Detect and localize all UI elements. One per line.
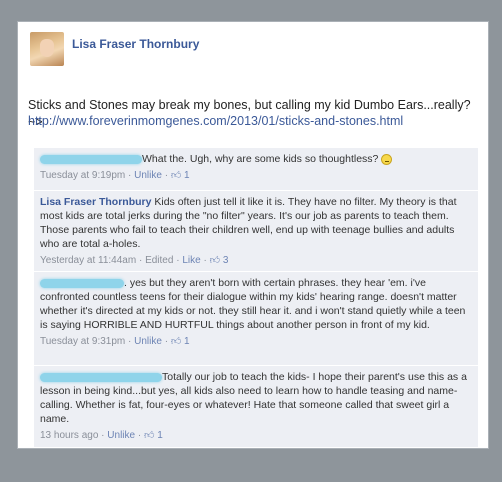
comment-time[interactable]: Tuesday at 9:19pm <box>40 170 125 181</box>
comment: . yes but they aren't born with certain … <box>34 272 478 366</box>
like-count[interactable]: 3 <box>223 255 229 266</box>
post-card: Lisa Fraser Thornbury Sticks and Stones … <box>17 21 489 449</box>
unlike-link[interactable]: Unlike <box>134 336 162 347</box>
post-link[interactable]: http://www.foreverinmomgenes.com/2013/01… <box>28 114 403 128</box>
post-author[interactable]: Lisa Fraser Thornbury <box>72 37 199 51</box>
comment-text: What the. Ugh, why are some kids so thou… <box>142 153 379 165</box>
comment-list: What the. Ugh, why are some kids so thou… <box>34 148 478 448</box>
comment-author[interactable]: Lisa Fraser Thornbury <box>40 196 151 208</box>
unlike-link[interactable]: Unlike <box>134 170 162 181</box>
thumbs-up-icon[interactable]: 👍︎ <box>210 255 220 266</box>
comment-meta: Yesterday at 11:44am · Edited · Like · 👍… <box>40 255 229 266</box>
comment-meta: Tuesday at 9:19pm · Unlike · 👍︎ 1 <box>40 170 190 181</box>
avatar[interactable] <box>30 32 64 66</box>
redacted-name <box>40 154 142 164</box>
edited-label[interactable]: Edited <box>145 255 173 266</box>
comment: What the. Ugh, why are some kids so thou… <box>34 148 478 191</box>
comment-time[interactable]: 13 hours ago <box>40 430 98 441</box>
redacted-name <box>40 278 124 288</box>
comment: Totally our job to teach the kids- I hop… <box>34 366 478 448</box>
comment-meta: Tuesday at 9:31pm · Unlike · 👍︎ 1 <box>40 336 190 347</box>
like-count[interactable]: 1 <box>184 336 190 347</box>
like-count[interactable]: 1 <box>184 170 190 181</box>
unlike-link[interactable]: Unlike <box>107 430 135 441</box>
like-link[interactable]: Like <box>182 255 200 266</box>
redacted-name <box>40 372 162 382</box>
frown-emoji-icon <box>381 153 393 165</box>
comment-meta: 13 hours ago · Unlike · 👍︎ 1 <box>40 430 163 441</box>
thumbs-up-icon[interactable]: 👍︎ <box>171 336 181 347</box>
thumbs-up-icon[interactable]: 👍︎ <box>144 430 154 441</box>
comment: Lisa Fraser Thornbury Kids often just te… <box>34 191 478 272</box>
thumbs-up-icon[interactable]: 👍︎ <box>171 170 181 181</box>
comment-time[interactable]: Tuesday at 9:31pm <box>40 336 125 347</box>
comment-time[interactable]: Yesterday at 11:44am <box>40 255 136 266</box>
like-count[interactable]: 1 <box>157 430 163 441</box>
